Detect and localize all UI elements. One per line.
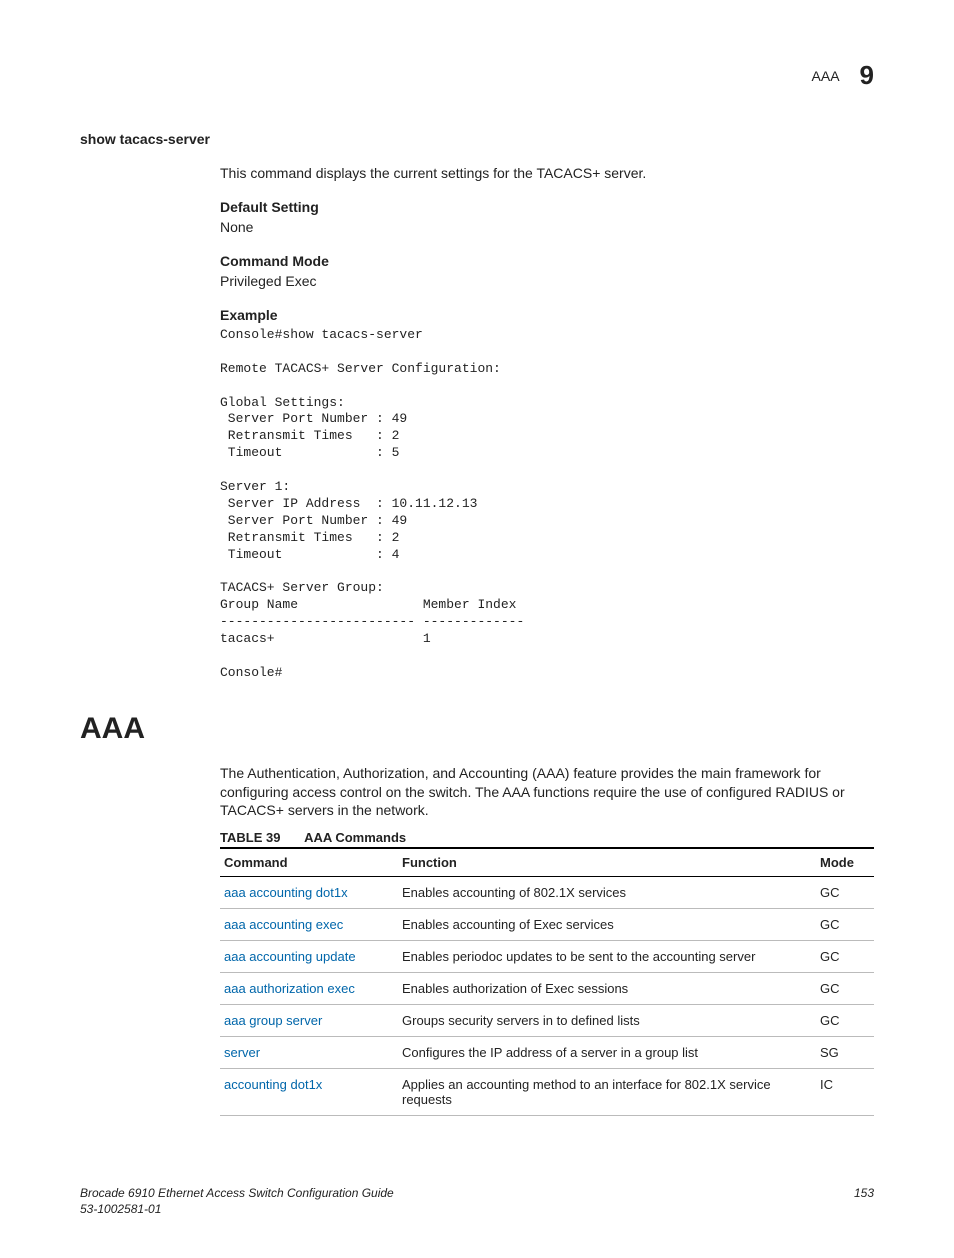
cmd-link[interactable]: server	[220, 1037, 398, 1069]
page-header: AAA 9	[80, 60, 874, 91]
default-setting-value: None	[220, 219, 874, 235]
cmd-link[interactable]: aaa accounting dot1x	[220, 877, 398, 909]
cmd-mode: GC	[816, 973, 874, 1005]
cmd-link[interactable]: accounting dot1x	[220, 1069, 398, 1116]
cmd-function: Applies an accounting method to an inter…	[398, 1069, 816, 1116]
cmd-link[interactable]: aaa accounting update	[220, 941, 398, 973]
cmd-function: Enables accounting of Exec services	[398, 909, 816, 941]
cmd-link[interactable]: aaa group server	[220, 1005, 398, 1037]
cmd-link[interactable]: aaa accounting exec	[220, 909, 398, 941]
table-title: AAA Commands	[304, 830, 406, 845]
command-mode-value: Privileged Exec	[220, 273, 874, 289]
footer-doc-id: 53-1002581-01	[80, 1202, 394, 1218]
cmd-mode: IC	[816, 1069, 874, 1116]
example-heading: Example	[220, 307, 874, 323]
command-description: This command displays the current settin…	[220, 165, 874, 181]
section-intro: The Authentication, Authorization, and A…	[220, 764, 874, 821]
table-caption: TABLE 39 AAA Commands	[220, 830, 874, 845]
table-row: accounting dot1x Applies an accounting m…	[220, 1069, 874, 1116]
header-chapter-number: 9	[860, 60, 874, 91]
cmd-function: Enables accounting of 802.1X services	[398, 877, 816, 909]
cmd-mode: GC	[816, 941, 874, 973]
example-code-block: Console#show tacacs-server Remote TACACS…	[220, 327, 874, 682]
header-section-label: AAA	[812, 68, 840, 84]
cmd-function: Groups security servers in to defined li…	[398, 1005, 816, 1037]
table-row: aaa accounting dot1x Enables accounting …	[220, 877, 874, 909]
cmd-mode: GC	[816, 877, 874, 909]
page-footer: Brocade 6910 Ethernet Access Switch Conf…	[80, 1186, 874, 1217]
table-number: TABLE 39	[220, 830, 280, 845]
footer-page-number: 153	[854, 1186, 874, 1217]
table-row: aaa group server Groups security servers…	[220, 1005, 874, 1037]
table-row: server Configures the IP address of a se…	[220, 1037, 874, 1069]
cmd-link[interactable]: aaa authorization exec	[220, 973, 398, 1005]
cmd-function: Configures the IP address of a server in…	[398, 1037, 816, 1069]
section-title-aaa: AAA	[80, 712, 874, 746]
cmd-mode: GC	[816, 909, 874, 941]
table-row: aaa accounting exec Enables accounting o…	[220, 909, 874, 941]
cmd-function: Enables periodoc updates to be sent to t…	[398, 941, 816, 973]
default-setting-heading: Default Setting	[220, 199, 874, 215]
th-command: Command	[220, 848, 398, 877]
command-mode-heading: Command Mode	[220, 253, 874, 269]
th-mode: Mode	[816, 848, 874, 877]
aaa-commands-table: Command Function Mode aaa accounting dot…	[220, 847, 874, 1116]
cmd-function: Enables authorization of Exec sessions	[398, 973, 816, 1005]
command-title: show tacacs-server	[80, 131, 874, 147]
cmd-mode: SG	[816, 1037, 874, 1069]
table-row: aaa accounting update Enables periodoc u…	[220, 941, 874, 973]
cmd-mode: GC	[816, 1005, 874, 1037]
table-row: aaa authorization exec Enables authoriza…	[220, 973, 874, 1005]
footer-doc-title: Brocade 6910 Ethernet Access Switch Conf…	[80, 1186, 394, 1202]
th-function: Function	[398, 848, 816, 877]
